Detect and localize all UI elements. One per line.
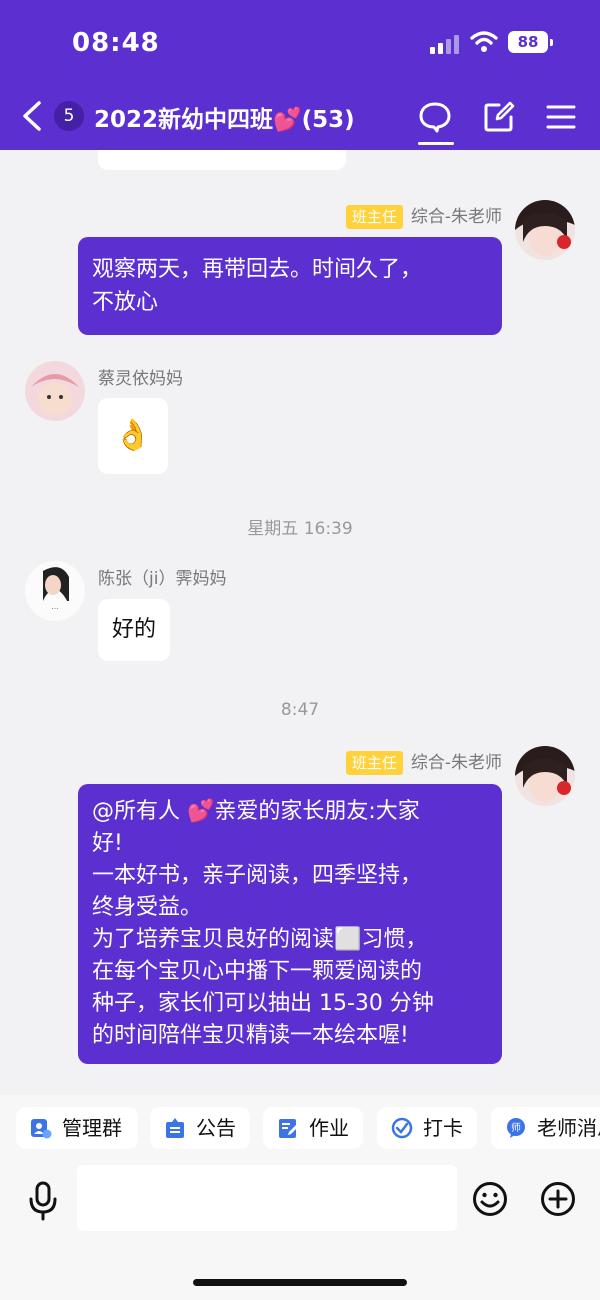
chip-label: 打卡 bbox=[423, 1116, 463, 1140]
message-bubble[interactable]: 好的 bbox=[98, 599, 171, 661]
parent-avatar[interactable]: … bbox=[25, 561, 85, 621]
manage-group-icon bbox=[31, 1119, 52, 1139]
back-chevron-icon[interactable] bbox=[20, 100, 44, 132]
message-list[interactable]: 班主任 综合-朱老师 观察两天，再带回去。时间久了， 不放心 蔡灵依妈妈 👌 星期… bbox=[0, 150, 600, 1095]
title-heart-emoji: 💕 bbox=[273, 107, 302, 133]
chat-title-text: 2022新幼中四班 bbox=[94, 107, 274, 133]
chat-header: 08:48 88 5 2022新幼中四班💕(53) bbox=[0, 0, 600, 150]
sender-name: 蔡灵依妈妈 bbox=[98, 369, 183, 389]
sender-name: 综合-朱老师 bbox=[410, 753, 502, 773]
role-badge: 班主任 bbox=[345, 205, 403, 229]
message-line: 的时间陪伴宝贝精读一本绘本喔! bbox=[92, 1023, 409, 1048]
message-text: 好的 bbox=[112, 617, 157, 642]
manage-group-button[interactable]: 管理群 bbox=[16, 1107, 138, 1149]
teacher-message-icon: 师 bbox=[507, 1118, 525, 1138]
svg-text:…: … bbox=[52, 603, 59, 611]
clock: 08:48 bbox=[72, 28, 160, 58]
microphone-icon[interactable] bbox=[26, 1181, 60, 1221]
cell-signal-icon bbox=[430, 34, 462, 54]
sender-line: 班主任 综合-朱老师 bbox=[345, 202, 502, 229]
chat-bubble-icon[interactable] bbox=[418, 100, 452, 134]
cut-off-message bbox=[98, 150, 346, 170]
message-line: 好! bbox=[92, 831, 123, 856]
message-input[interactable] bbox=[77, 1165, 457, 1231]
home-indicator bbox=[193, 1279, 407, 1286]
teacher-message-button[interactable]: 师 老师消息 bbox=[491, 1107, 600, 1149]
time-divider: 8:47 bbox=[280, 700, 320, 720]
chip-label: 公告 bbox=[196, 1116, 236, 1140]
chat-title[interactable]: 2022新幼中四班💕(53) bbox=[94, 100, 355, 134]
member-count: (53) bbox=[301, 107, 355, 133]
message-bubble[interactable]: 👌 bbox=[98, 398, 168, 474]
message-line: 终身受益。 bbox=[92, 895, 203, 920]
message-line: 在每个宝贝心中播下一颗爱阅读的 bbox=[92, 959, 423, 984]
homework-button[interactable]: 作业 bbox=[263, 1107, 363, 1149]
unread-count-badge[interactable]: 5 bbox=[54, 101, 84, 131]
message-line: 不放心 bbox=[92, 290, 159, 315]
chip-label: 管理群 bbox=[62, 1116, 122, 1140]
sender-name: 陈张（ji）霁妈妈 bbox=[98, 569, 227, 589]
navigation-bar: 5 2022新幼中四班💕(53) bbox=[0, 90, 600, 145]
message-bubble[interactable]: 观察两天，再带回去。时间久了， 不放心 bbox=[78, 237, 502, 335]
parent-avatar[interactable] bbox=[25, 361, 85, 421]
chip-label: 老师消息 bbox=[537, 1116, 600, 1140]
check-in-button[interactable]: 打卡 bbox=[377, 1107, 477, 1149]
status-bar: 08:48 88 bbox=[0, 28, 600, 62]
input-bar bbox=[0, 1163, 600, 1300]
emoji-ok: 👌 bbox=[114, 418, 152, 453]
edit-note-icon[interactable] bbox=[482, 100, 516, 134]
chip-label: 作业 bbox=[309, 1116, 349, 1140]
sender-name: 综合-朱老师 bbox=[410, 207, 502, 227]
quick-action-bar: 管理群 公告 作业 打卡 师 老师消息 bbox=[0, 1095, 600, 1163]
svg-text:师: 师 bbox=[511, 1121, 521, 1134]
active-tab-indicator bbox=[418, 142, 454, 145]
plus-icon[interactable] bbox=[540, 1181, 576, 1217]
battery-nub bbox=[550, 39, 553, 46]
announcement-icon bbox=[166, 1118, 184, 1138]
teacher-avatar[interactable] bbox=[515, 746, 575, 806]
menu-icon[interactable] bbox=[544, 100, 578, 134]
announcement-button[interactable]: 公告 bbox=[150, 1107, 250, 1149]
teacher-avatar[interactable] bbox=[515, 200, 575, 260]
battery-indicator: 88 bbox=[508, 31, 548, 53]
message-line: 观察两天，再带回去。时间久了， bbox=[92, 257, 423, 282]
message-line: 一本好书，亲子阅读，四季坚持， bbox=[92, 863, 423, 888]
message-line: @所有人 💕亲爱的家长朋友:大家 bbox=[92, 799, 420, 824]
homework-icon bbox=[279, 1119, 298, 1138]
wifi-icon bbox=[470, 31, 498, 52]
message-line: 种子，家长们可以抽出 15-30 分钟 bbox=[92, 991, 434, 1016]
emoji-icon[interactable] bbox=[472, 1181, 508, 1217]
check-in-icon bbox=[391, 1117, 413, 1139]
time-divider: 星期五 16:39 bbox=[247, 519, 353, 539]
sender-line: 班主任 综合-朱老师 bbox=[345, 748, 502, 775]
message-bubble[interactable]: @所有人 💕亲爱的家长朋友:大家 好! 一本好书，亲子阅读，四季坚持， 终身受益… bbox=[78, 784, 502, 1064]
role-badge: 班主任 bbox=[345, 751, 403, 775]
message-line: 为了培养宝贝良好的阅读⬜习惯， bbox=[92, 927, 428, 952]
